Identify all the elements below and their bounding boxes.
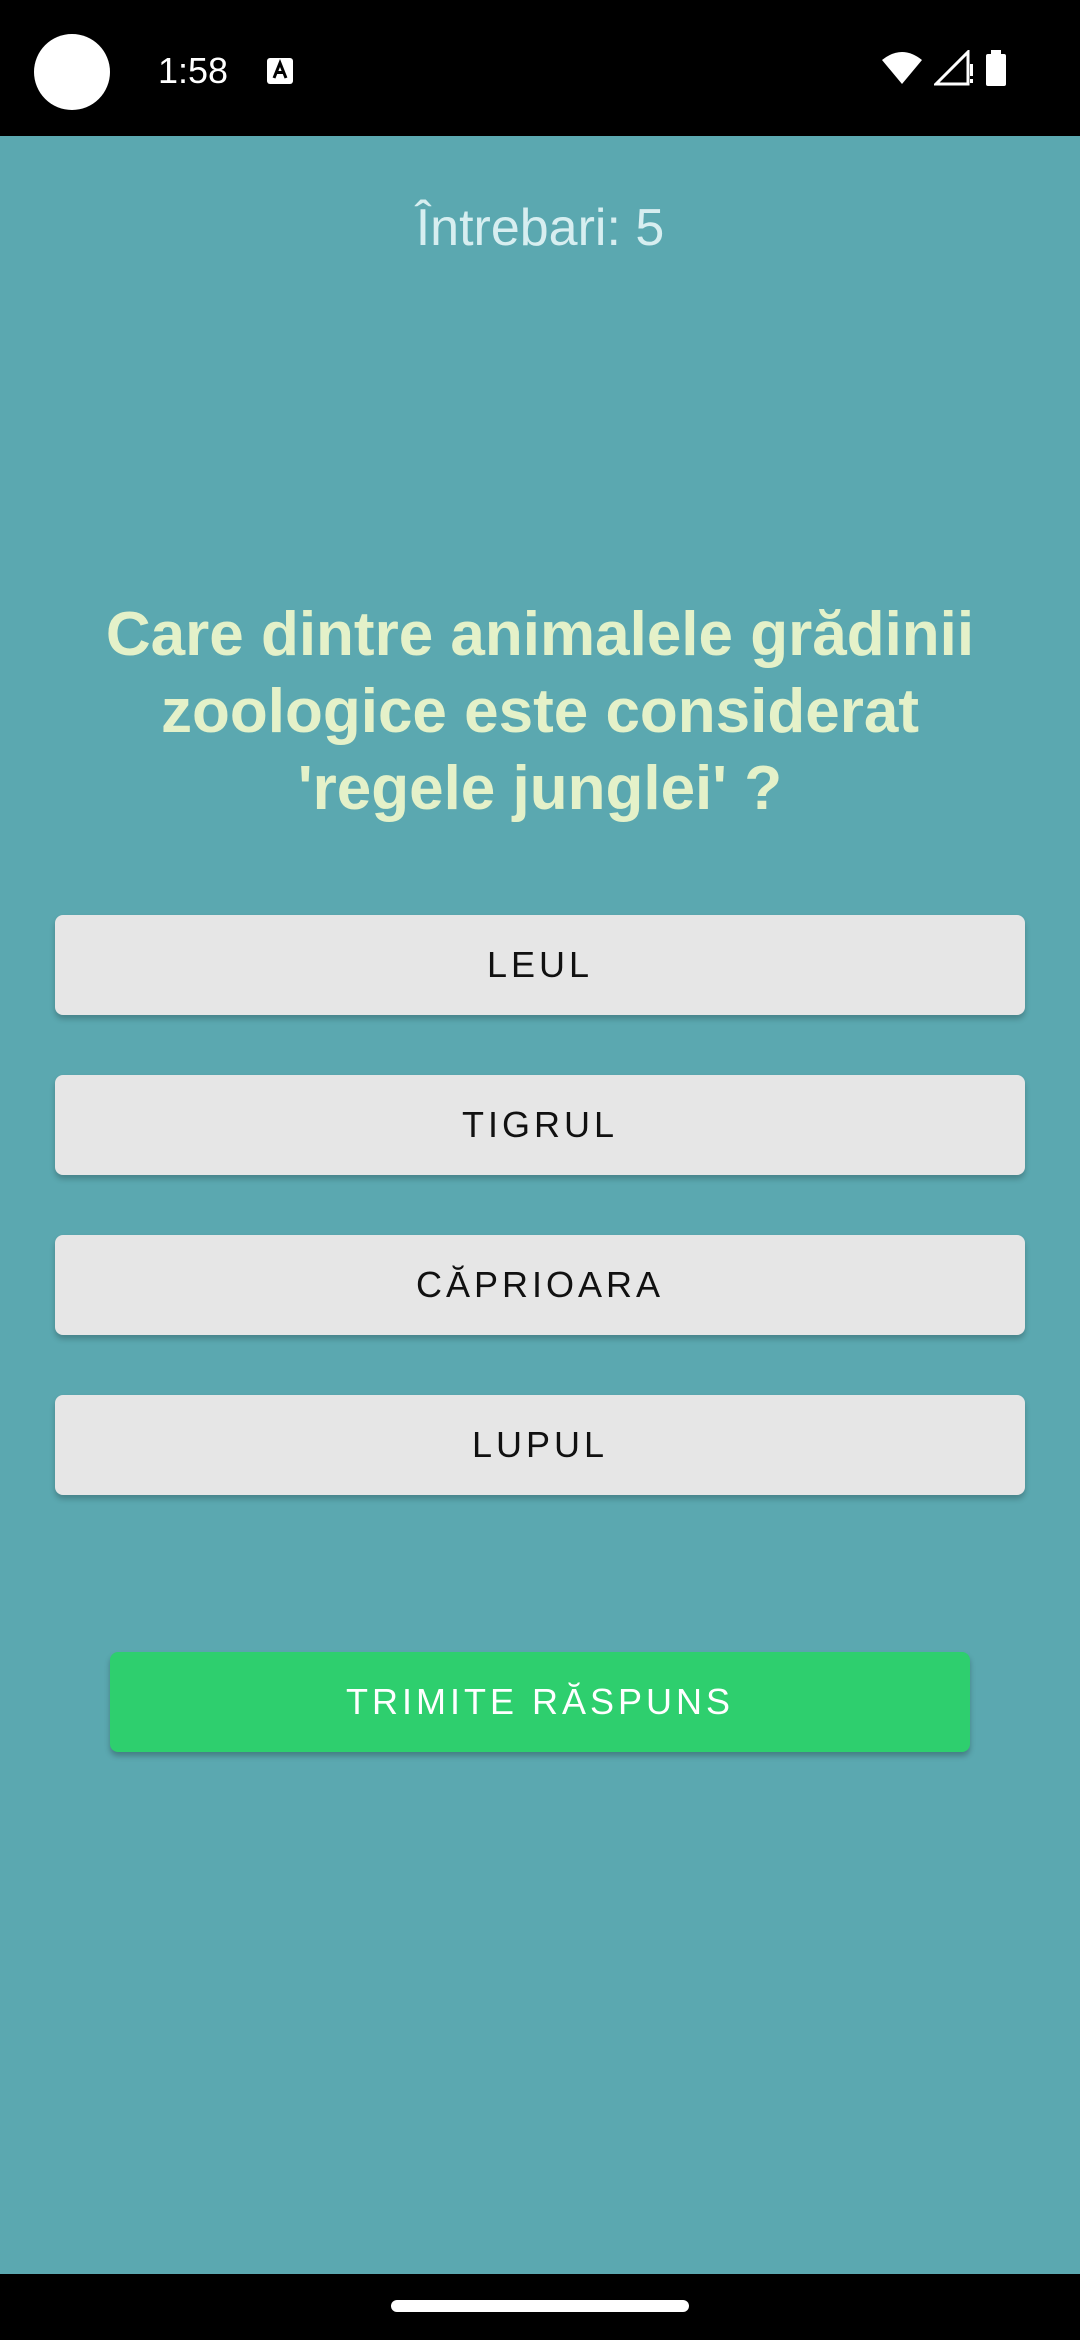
submit-answer-button[interactable]: TRIMITE RĂSPUNS <box>110 1652 970 1752</box>
status-icons <box>880 50 1008 86</box>
questions-counter: Întrebari: 5 <box>415 199 665 257</box>
answer-button-tigrul[interactable]: TIGRUL <box>55 1075 1025 1175</box>
answer-button-lupul[interactable]: LUPUL <box>55 1395 1025 1495</box>
status-time: 1:58 <box>158 50 229 91</box>
quiz-screen: Întrebari: 5 Care dintre animalele grădi… <box>0 136 1080 2274</box>
text-a-icon <box>267 58 293 84</box>
battery-icon <box>986 50 1006 86</box>
home-indicator[interactable] <box>391 2300 689 2312</box>
signal-icon <box>934 50 973 86</box>
answer-button-caprioara[interactable]: CĂPRIOARA <box>55 1235 1025 1335</box>
wifi-icon <box>882 52 922 84</box>
phone-screen: 1:58 Întrebari: 5 Care dintre animalele … <box>0 0 1080 2340</box>
answer-button-leul[interactable]: LEUL <box>55 915 1025 1015</box>
question-text: Care dintre animalele grădinii zoologice… <box>105 600 975 823</box>
camera-cutout <box>34 34 110 110</box>
status-bar: 1:58 <box>0 0 1080 136</box>
